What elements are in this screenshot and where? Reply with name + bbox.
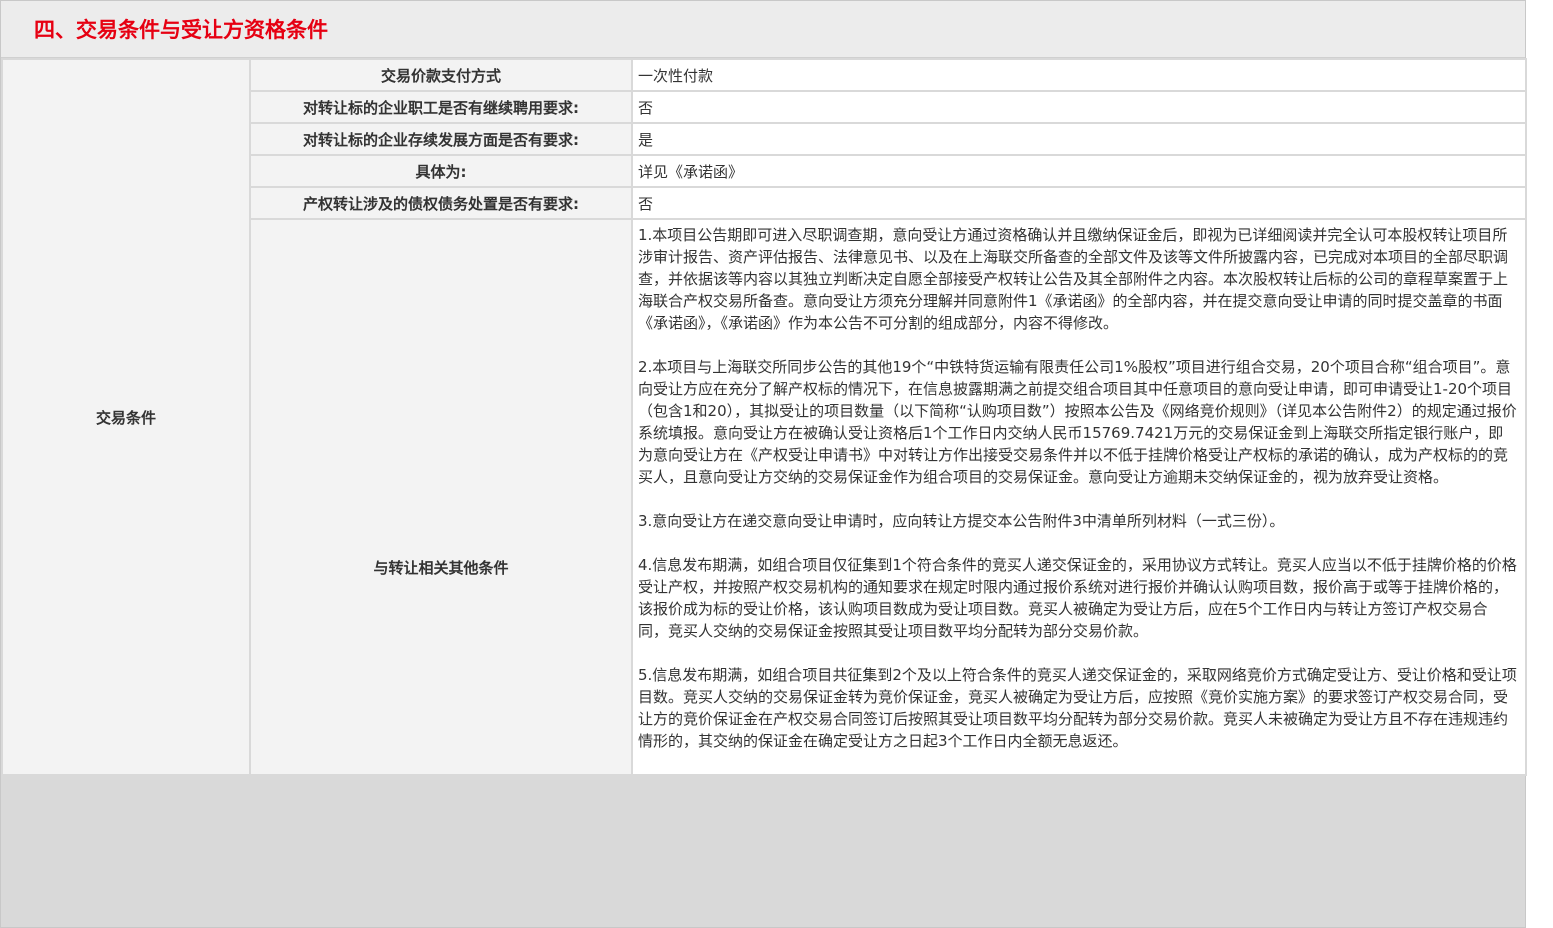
row-value: 是 — [633, 124, 1525, 154]
row-label: 对转让标的企业职工是否有继续聘用要求: — [251, 92, 631, 122]
row-value: 详见《承诺函》 — [633, 156, 1525, 186]
condition-paragraph: 1.本项目公告期即可进入尽职调查期，意向受让方通过资格确认并且缴纳保证金后，即视… — [638, 226, 1509, 332]
category-cell: 交易条件 — [3, 60, 249, 774]
condition-paragraph: 2.本项目与上海联交所同步公告的其他19个“中铁特货运输有限责任公司1%股权”项… — [638, 358, 1517, 486]
row-value: 否 — [633, 188, 1525, 218]
row-label: 产权转让涉及的债权债务处置是否有要求: — [251, 188, 631, 218]
row-label: 交易价款支付方式 — [251, 60, 631, 90]
condition-paragraph: 5.信息发布期满，如组合项目共征集到2个及以上符合条件的竞买人递交保证金的，采取… — [638, 666, 1517, 750]
row-value: 一次性付款 — [633, 60, 1525, 90]
section-title: 四、交易条件与受让方资格条件 — [1, 1, 1525, 58]
row-label: 具体为: — [251, 156, 631, 186]
condition-paragraph: 3.意向受让方在递交意向受让申请时，应向转让方提交本公告附件3中清单所列材料（一… — [638, 512, 1285, 530]
row-value: 否 — [633, 92, 1525, 122]
row-label: 对转让标的企业存续发展方面是否有要求: — [251, 124, 631, 154]
other-conditions-label: 与转让相关其他条件 — [251, 220, 631, 774]
condition-paragraph: 4.信息发布期满，如组合项目仅征集到1个符合条件的竞买人递交保证金的，采用协议方… — [638, 556, 1517, 640]
table-row: 交易条件 交易价款支付方式 一次性付款 — [3, 60, 1525, 774]
other-conditions-text: 1.本项目公告期即可进入尽职调查期，意向受让方通过资格确认并且缴纳保证金后，即视… — [633, 220, 1525, 774]
conditions-table: 交易条件 交易价款支付方式 一次性付款 对转让标的企业职工是否有继续聘用要求: … — [1, 58, 1527, 776]
section-panel: 四、交易条件与受让方资格条件 交易条件 交易价款支付方式 一次性付款 对转让标的… — [0, 0, 1527, 928]
